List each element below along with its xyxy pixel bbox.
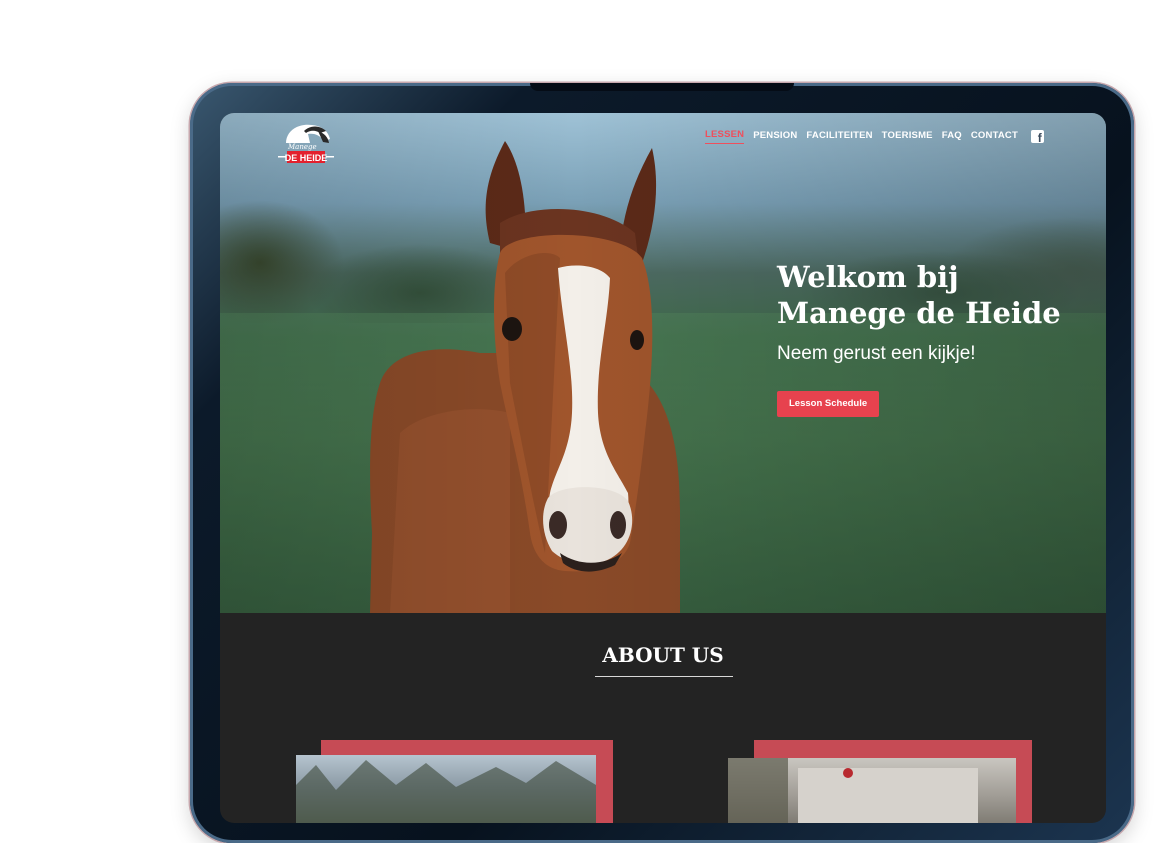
nav-item-contact[interactable]: CONTACT [971, 130, 1018, 144]
hero-title: Welkom bij Manege de Heide [777, 259, 1077, 331]
nav-item-lessen[interactable]: LESSEN [705, 129, 745, 144]
about-card-left-image [296, 755, 596, 823]
hero-title-line1: Welkom bij [777, 260, 959, 294]
nav-item-toerisme[interactable]: TOERISME [882, 130, 933, 144]
nav-item-faq[interactable]: FAQ [942, 130, 962, 144]
facebook-icon[interactable]: f [1031, 130, 1044, 144]
tablet-notch [530, 83, 794, 91]
trees-photo [296, 760, 596, 823]
manege-logo[interactable]: Manege DE HEIDE [274, 119, 338, 165]
building-photo [728, 758, 978, 823]
about-us-underline [595, 676, 733, 677]
main-navigation: LESSEN PENSION FACILITEITEN TOERISME FAQ… [705, 129, 1044, 144]
about-card-right-image [728, 758, 1016, 823]
nav-item-pension[interactable]: PENSION [753, 130, 797, 144]
hero-section: Manege DE HEIDE LESSEN PENSION FACILITEI… [220, 113, 1106, 613]
about-us-heading: ABOUT US [602, 643, 724, 667]
hero-subtitle: Neem gerust een kijkje! [777, 343, 976, 364]
logo-horse-icon: Manege DE HEIDE [278, 124, 334, 163]
nav-item-faciliteiten[interactable]: FACILITEITEN [806, 130, 872, 144]
logo-text-manege: Manege [287, 143, 317, 151]
website-screen: Manege DE HEIDE LESSEN PENSION FACILITEI… [220, 113, 1106, 823]
lesson-schedule-button[interactable]: Lesson Schedule [777, 391, 880, 417]
hero-title-line2: Manege de Heide [777, 296, 1061, 330]
logo-text-de-heide: DE HEIDE [285, 153, 328, 163]
tablet-frame: Manege DE HEIDE LESSEN PENSION FACILITEI… [190, 83, 1134, 843]
